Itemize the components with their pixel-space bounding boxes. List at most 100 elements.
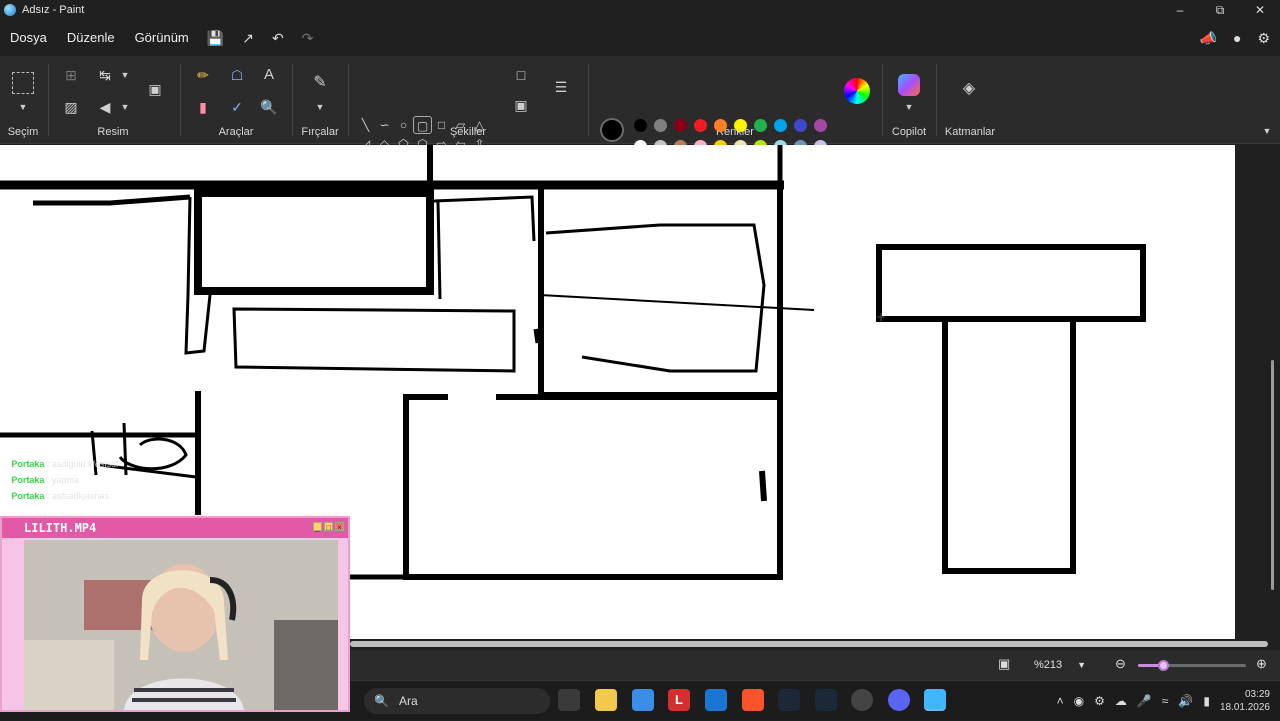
menu-edit[interactable]: Düzenle [57, 20, 125, 56]
chat-text: asdiguiu.kfoslsdf [51, 459, 119, 469]
stroke-path [403, 394, 783, 580]
mail-icon[interactable] [705, 689, 727, 711]
stroke-path [533, 328, 541, 344]
clock[interactable]: 03:29 18.01.2026 [1220, 688, 1270, 714]
oval-shape-icon[interactable]: ○ [394, 116, 413, 134]
feedback-icon[interactable]: 📣 [1200, 30, 1217, 47]
layers-icon[interactable]: ◈ [958, 78, 980, 100]
background-remove-icon[interactable]: ▨ [60, 96, 82, 118]
taskbar-search[interactable]: 🔍 Ara [364, 688, 550, 714]
paint-taskbar-icon[interactable] [924, 689, 946, 711]
store-icon[interactable] [632, 689, 654, 711]
magnifier-icon[interactable]: 🔍 [258, 96, 280, 118]
color-swatch[interactable] [714, 119, 727, 132]
zoom-slider-handle[interactable] [1158, 660, 1169, 671]
edit-colors-icon[interactable] [844, 78, 870, 104]
chevron-down-icon[interactable]: ▼ [898, 96, 920, 118]
file-explorer-icon[interactable] [595, 689, 617, 711]
window-title: Adsız - Paint [22, 4, 85, 16]
polygon-shape-icon[interactable]: ▱ [451, 116, 470, 134]
redo-icon[interactable]: ↷ [302, 30, 314, 47]
settings-gear-icon[interactable]: ⚙ [1257, 30, 1270, 47]
menu-view[interactable]: Görünüm [125, 20, 199, 56]
separator [48, 64, 49, 136]
battery-icon[interactable]: ▮ [1203, 694, 1210, 708]
webcam-video-frame [24, 540, 338, 710]
color-swatch[interactable] [794, 119, 807, 132]
rectangle-shape-icon[interactable]: □ [432, 116, 451, 134]
fill-icon[interactable]: ▣ [510, 94, 532, 116]
zoom-slider[interactable] [1138, 660, 1246, 671]
discord-icon[interactable] [888, 689, 910, 711]
account-icon[interactable]: ● [1233, 30, 1241, 46]
stroke-path [232, 307, 516, 373]
app-l-icon[interactable]: L [668, 689, 690, 711]
obs-icon[interactable] [851, 689, 873, 711]
minimize-icon[interactable]: – [1160, 0, 1200, 20]
shape-style-icon[interactable]: ☰ [550, 76, 572, 98]
vertical-scrollbar[interactable] [1268, 145, 1276, 639]
copilot-icon[interactable] [898, 74, 920, 96]
zoom-dropdown[interactable]: %213 ▼ [1030, 654, 1092, 676]
wifi-icon[interactable]: ≈ [1162, 694, 1169, 708]
separator [936, 64, 937, 136]
color-swatch[interactable] [634, 119, 647, 132]
horizontal-scrollbar[interactable] [350, 641, 1268, 647]
cloud-icon[interactable]: ☁ [1115, 694, 1127, 708]
restore-icon[interactable]: ⧉ [1200, 0, 1240, 20]
color-swatch[interactable] [694, 119, 707, 132]
steam-2-icon[interactable] [815, 689, 837, 711]
webcam-overlay-window: LILITH.MP4 _ □ × [0, 516, 350, 712]
rounded-rect-shape-icon[interactable]: ▢ [413, 116, 432, 134]
chevron-down-icon[interactable]: ▼ [114, 64, 136, 86]
text-tool-icon[interactable]: A [258, 64, 280, 86]
line-shape-icon[interactable]: ╲ [356, 116, 375, 134]
chevron-up-icon[interactable]: ˄ [1057, 694, 1064, 708]
undo-icon[interactable]: ↶ [272, 30, 284, 47]
save-icon[interactable]: 💾 [207, 30, 224, 47]
search-placeholder: Ara [398, 694, 418, 708]
color-swatch[interactable] [814, 119, 827, 132]
steam-tray-icon[interactable]: ⚙ [1094, 694, 1105, 708]
task-view-icon[interactable] [558, 689, 580, 711]
color-swatch[interactable] [734, 119, 747, 132]
brave-browser-icon[interactable] [742, 689, 764, 711]
separator [348, 64, 349, 136]
crop-icon[interactable]: ⊞ [60, 64, 82, 86]
image-select-icon[interactable]: ▣ [144, 78, 166, 100]
group-label-tools: Araçlar [218, 126, 254, 138]
steam-icon[interactable] [778, 689, 800, 711]
triangle-shape-icon[interactable]: △ [470, 116, 489, 134]
color-swatch[interactable] [774, 119, 787, 132]
fill-bucket-icon[interactable]: ☖ [226, 64, 248, 86]
menu-file[interactable]: Dosya [0, 20, 57, 56]
rotate-icon[interactable]: ◀ [94, 96, 116, 118]
chevron-down-icon[interactable]: ▼ [309, 96, 331, 118]
zoom-in-icon[interactable]: ⊕ [1256, 656, 1267, 672]
resize-icon[interactable]: ↹ [94, 64, 116, 86]
color-picker-icon[interactable]: ✓ [226, 96, 248, 118]
pencil-icon[interactable]: ✏ [192, 64, 214, 86]
chevron-down-icon[interactable]: ▼ [114, 96, 136, 118]
color-swatch[interactable] [754, 119, 767, 132]
group-label-brushes: Fırçalar [301, 126, 339, 138]
chevron-down-icon[interactable]: ▼ [12, 96, 34, 118]
color-swatch[interactable] [654, 119, 667, 132]
microphone-icon[interactable]: 🎤 [1137, 694, 1152, 708]
color-swatch[interactable] [674, 119, 687, 132]
fit-to-window-icon[interactable]: ▣ [998, 656, 1010, 672]
selection-rect-icon[interactable] [12, 72, 34, 94]
primary-color-swatch[interactable] [600, 118, 624, 142]
share-icon[interactable]: ↗ [242, 30, 254, 47]
tray-app-icon[interactable]: ◉ [1074, 694, 1084, 708]
close-icon[interactable]: ✕ [1240, 0, 1280, 20]
eraser-icon[interactable]: ▮ [192, 96, 214, 118]
zoom-out-icon[interactable]: ⊖ [1115, 656, 1126, 672]
curve-shape-icon[interactable]: ∽ [375, 116, 394, 134]
scrollbar-thumb[interactable] [1271, 360, 1274, 590]
brush-icon[interactable]: ✎ [309, 72, 331, 94]
stroke-path [33, 194, 191, 206]
speaker-icon[interactable]: 🔊 [1178, 694, 1193, 708]
outline-icon[interactable]: □ [510, 64, 532, 86]
ribbon-collapse-chevron-icon[interactable]: ▼ [1256, 120, 1278, 142]
